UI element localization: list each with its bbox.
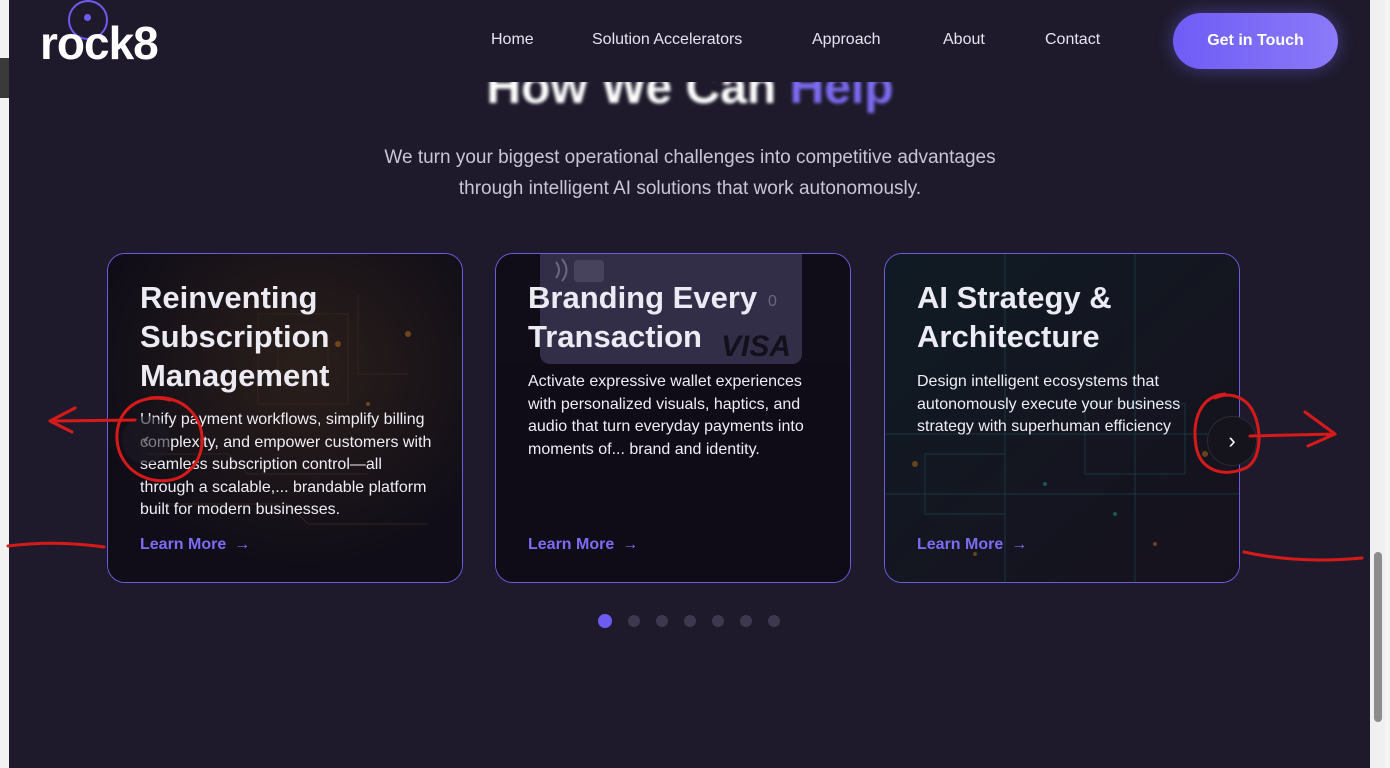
learn-more-link[interactable]: Learn More → [140,536,250,554]
carousel-dot[interactable] [768,615,780,627]
carousel-dot[interactable] [598,614,612,628]
card-description: Unify payment workflows, simplify billin… [140,411,432,518]
carousel-dot[interactable] [628,615,640,627]
nav-solution-accelerators[interactable]: Solution Accelerators [592,31,742,49]
background-window-strip-right [1385,0,1390,768]
chevron-right-icon: › [1228,428,1236,453]
logo-dot-icon [84,14,91,21]
carousel-prev-button[interactable]: ‹ [122,416,170,464]
arrow-right-icon: → [1011,536,1028,553]
carousel-dot[interactable] [684,615,696,627]
nav-approach[interactable]: Approach [812,31,881,49]
subtitle-line-2: through intelligent AI solutions that wo… [458,178,922,199]
learn-more-link[interactable]: Learn More → [917,536,1027,554]
card-title: Reinventing Subscription Management [140,280,330,393]
page-scrollbar-thumb[interactable] [1374,552,1382,722]
carousel-dot[interactable] [656,615,668,627]
card-title: Branding Every Transaction [528,280,758,354]
annotation-arrow-right [1248,410,1337,448]
background-window-block [0,58,9,98]
chevron-left-icon: ‹ [142,427,150,452]
annotation-line-right [1242,550,1364,562]
subtitle-line-1: We turn your biggest operational challen… [384,147,996,168]
nav-about[interactable]: About [943,31,985,49]
arrow-right-icon: → [234,536,251,553]
service-card-branding[interactable]: VISA 0 Branding Every Transaction Activa… [495,253,851,583]
carousel-dot[interactable] [712,615,724,627]
nav-contact[interactable]: Contact [1045,31,1100,49]
section-subtitle: We turn your biggest operational challen… [300,142,1080,204]
background-window-strip [0,0,9,768]
site-logo[interactable]: rock8 [40,18,159,68]
service-card-subscription[interactable]: Reinventing Subscription Management Unif… [107,253,463,583]
carousel-dot[interactable] [740,615,752,627]
card-description: Activate expressive wallet experiences w… [528,373,804,458]
nav-home[interactable]: Home [491,31,534,49]
carousel-next-button[interactable]: › [1207,416,1257,466]
card-title: AI Strategy & Architecture [917,280,1112,354]
annotation-line-left [6,541,106,549]
arrow-right-icon: → [622,536,639,553]
card-description: Design intelligent ecosystems that auton… [917,373,1181,435]
service-card-ai-strategy[interactable]: AI Strategy & Architecture Design intell… [884,253,1240,583]
carousel-pagination [598,614,780,628]
get-in-touch-button[interactable]: Get in Touch [1173,13,1338,69]
learn-more-link[interactable]: Learn More → [528,536,638,554]
